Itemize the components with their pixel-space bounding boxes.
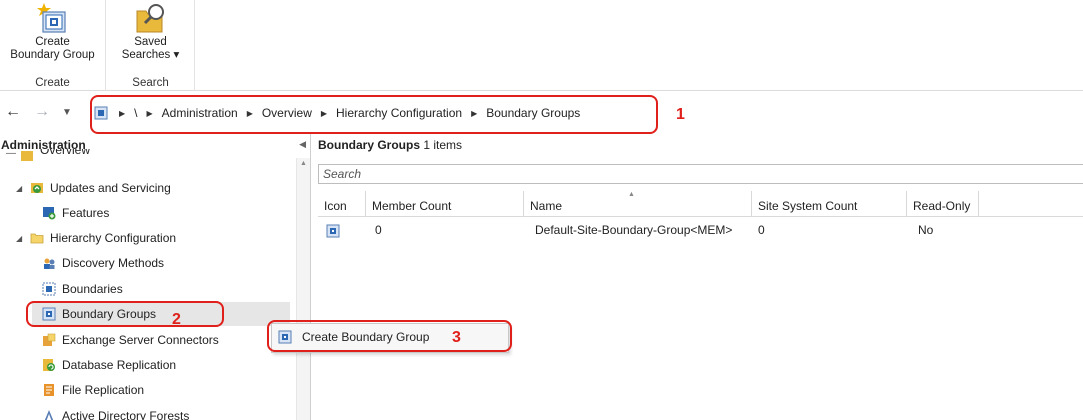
callout-number-1: 1: [676, 106, 685, 123]
create-button-label-line1: Create: [35, 36, 70, 48]
expanded-arrow-icon[interactable]: ◢: [16, 234, 30, 243]
column-header-site-system-count[interactable]: Site System Count: [752, 191, 907, 217]
boundary-icon: [42, 282, 56, 296]
tree-item-label: Database Replication: [62, 358, 177, 372]
tree-item-label: Active Directory Forests: [62, 409, 190, 420]
discovery-icon: [44, 258, 55, 269]
sort-ascending-icon: ▲: [628, 191, 635, 198]
ribbon-group-label-create: Create: [35, 77, 70, 89]
column-header-name[interactable]: ▲ Name: [524, 191, 752, 217]
tree-item-label: Features: [62, 206, 110, 220]
tree-item-label: Updates and Servicing: [50, 181, 171, 195]
saved-searches-label-line1: Saved: [134, 36, 167, 48]
ad-forest-icon: [44, 410, 54, 420]
history-dropdown-icon[interactable]: ▼: [62, 107, 72, 118]
tree-item-features[interactable]: Features: [42, 201, 109, 225]
ribbon-group-create: Create Boundary Group Create: [0, 0, 106, 91]
column-header-read-only[interactable]: Read-Only: [907, 191, 979, 217]
scroll-up-icon[interactable]: ▲: [300, 160, 307, 167]
tree-item-label: File Replication: [62, 383, 145, 397]
cell-site-system-count: 0: [758, 223, 765, 237]
tree-item-file-replication[interactable]: File Replication: [42, 378, 144, 402]
cell-member-count: 0: [375, 223, 382, 237]
navigation-pane: Administration ◀ ▲ — Overview ◢ Updates …: [0, 134, 311, 420]
forward-arrow-icon[interactable]: →: [34, 103, 50, 121]
updates-icon: [31, 183, 43, 193]
tree-item-overview[interactable]: — Overview: [6, 149, 90, 163]
tree-item-updates-and-servicing[interactable]: ◢ Updates and Servicing: [16, 176, 171, 200]
saved-searches-label-line2: Searches ▾: [121, 49, 180, 61]
saved-searches-icon: [136, 4, 164, 33]
tree-item-discovery-methods[interactable]: Discovery Methods: [42, 251, 164, 275]
features-icon: [43, 207, 56, 220]
create-boundary-group-icon: [36, 3, 66, 33]
grid-header: Icon Member Count ▲ Name Site System Cou…: [318, 191, 1083, 217]
tree-item-boundaries[interactable]: Boundaries: [42, 277, 123, 301]
exchange-icon: [43, 333, 56, 346]
tree-item-label: Discovery Methods: [62, 256, 165, 270]
results-count: 1 items: [423, 138, 463, 152]
expanded-arrow-icon[interactable]: ◢: [16, 184, 30, 193]
database-icon: [43, 359, 55, 371]
cell-read-only: No: [918, 223, 934, 237]
boundary-group-row-icon: [326, 224, 340, 238]
tree-item-label: Hierarchy Configuration: [50, 231, 177, 245]
table-row[interactable]: 0 Default-Site-Boundary-Group<MEM> 0 No: [318, 220, 1083, 242]
tree-item-exchange-server-connectors[interactable]: Exchange Server Connectors: [42, 328, 219, 352]
column-header-icon[interactable]: Icon: [318, 191, 366, 217]
collapse-pane-icon[interactable]: ◀: [299, 139, 306, 150]
column-header-member-count[interactable]: Member Count: [366, 191, 524, 217]
ribbon: Create Boundary Group Create Saved Searc…: [0, 0, 1083, 91]
results-title: Boundary Groups: [318, 138, 421, 152]
results-header: Boundary Groups 1 items: [318, 138, 462, 152]
create-button-label-line2: Boundary Group: [10, 49, 95, 61]
tree-item-database-replication[interactable]: Database Replication: [42, 353, 176, 377]
file-replication-icon: [44, 384, 54, 396]
address-bar-callout: [90, 95, 658, 134]
overview-icon: [21, 151, 33, 161]
ribbon-group-search: Saved Searches ▾ Search: [107, 0, 195, 91]
tree-item-hierarchy-configuration[interactable]: ◢ Hierarchy Configuration: [16, 226, 176, 250]
search-input[interactable]: Search: [318, 164, 1083, 184]
callout-number-3: 3: [452, 329, 461, 346]
back-arrow-icon[interactable]: ←: [5, 103, 21, 121]
column-header-name-label: Name: [530, 199, 563, 213]
cell-name: Default-Site-Boundary-Group<MEM>: [535, 223, 733, 237]
callout-number-2: 2: [172, 311, 181, 328]
navigation-scrollbar[interactable]: ▲: [296, 158, 310, 420]
folder-icon: [30, 233, 44, 244]
tree-item-active-directory-forests[interactable]: Active Directory Forests: [42, 404, 189, 420]
tree-item-label: Boundaries: [62, 282, 123, 296]
tree-item-label: Exchange Server Connectors: [62, 333, 219, 347]
create-boundary-group-button[interactable]: Create Boundary Group: [0, 0, 105, 72]
ribbon-group-label-search: Search: [132, 77, 169, 89]
boundary-groups-callout: [26, 301, 224, 327]
saved-searches-button[interactable]: Saved Searches ▾: [107, 0, 194, 72]
context-menu-callout: [267, 320, 512, 352]
tree-item-label: Overview: [40, 149, 91, 157]
results-pane: Boundary Groups 1 items Search Icon Memb…: [312, 134, 1083, 420]
